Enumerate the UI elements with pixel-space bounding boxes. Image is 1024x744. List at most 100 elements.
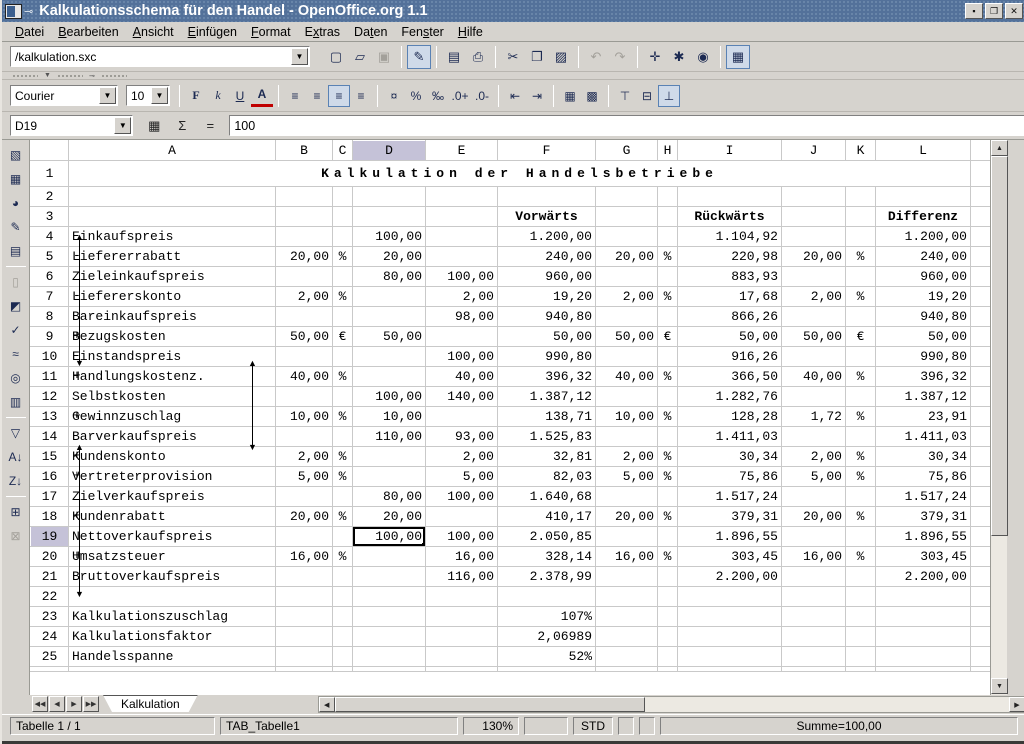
cell-D6[interactable]: 80,00 [353,267,426,287]
cell-partial-15[interactable] [971,447,991,467]
cell-H11[interactable]: % [658,367,678,387]
cell-L8[interactable]: 940,80 [876,307,971,327]
cell-D12[interactable]: 100,00 [353,387,426,407]
find-replace-icon[interactable]: ◎ [4,366,28,390]
toolbar-grip[interactable] [101,74,127,78]
cell-F5[interactable]: 240,00 [498,247,596,267]
cell-K20[interactable]: % [846,547,876,567]
cell-D11[interactable] [353,367,426,387]
cell-G20[interactable]: 16,00 [596,547,658,567]
cell-K23[interactable] [846,607,876,627]
cell-F23[interactable]: 107% [498,607,596,627]
cell-E3[interactable] [426,207,498,227]
sheet-title-cell[interactable]: Kalkulation der Handelsbetriebe [69,161,971,187]
cell-D7[interactable] [353,287,426,307]
cell-L23[interactable] [876,607,971,627]
load-url-combo[interactable]: /kalkulation.sxc ▼ [10,46,310,67]
cell-E12[interactable]: 140,00 [426,387,498,407]
cell-D4[interactable]: 100,00 [353,227,426,247]
cell-L16[interactable]: 75,86 [876,467,971,487]
cell-B20[interactable]: 16,00 [276,547,333,567]
draw-functions-icon[interactable]: ✎ [4,215,28,239]
add-decimal-icon[interactable]: .0+ [449,85,471,107]
row-header-7[interactable]: 7 [31,287,69,307]
cell-D16[interactable] [353,467,426,487]
cell-A24[interactable]: Kalkulationsfaktor [69,627,276,647]
cell-B14[interactable] [276,427,333,447]
cell-C25[interactable] [333,647,353,667]
cell-E16[interactable]: 5,00 [426,467,498,487]
cell-C15[interactable]: % [333,447,353,467]
cell-partial-10[interactable] [971,347,991,367]
cell-L10[interactable]: 990,80 [876,347,971,367]
cell-partial-3[interactable] [971,207,991,227]
cell-G9[interactable]: 50,00 [596,327,658,347]
font-color-icon[interactable]: A [251,85,273,107]
cell-K10[interactable] [846,347,876,367]
decrease-indent-icon[interactable]: ⇤ [504,85,526,107]
cell-J16[interactable]: 5,00 [782,467,846,487]
scroll-up-icon[interactable]: ▲ [991,140,1008,156]
cell-D9[interactable]: 50,00 [353,327,426,347]
cell-H10[interactable] [658,347,678,367]
cell-I10[interactable]: 916,26 [678,347,782,367]
cut-icon[interactable]: ✂ [501,45,525,69]
cell-J20[interactable]: 16,00 [782,547,846,567]
cell-partial-12[interactable] [971,387,991,407]
bold-icon[interactable]: F [185,85,207,107]
cell-A6[interactable]: Zieleinkaufspreis [69,267,276,287]
cell-partial-22[interactable] [971,587,991,607]
cell-reference-value[interactable]: D19 [11,119,113,133]
cell-D22[interactable] [353,587,426,607]
cell-partial-23[interactable] [971,607,991,627]
row-header-1[interactable]: 1 [31,161,69,187]
cell-G11[interactable]: 40,00 [596,367,658,387]
status-insert-mode[interactable]: STD [573,717,613,735]
cell-G16[interactable]: 5,00 [596,467,658,487]
cell-A18[interactable]: +Kundenrabatt [69,507,276,527]
cell-K15[interactable]: % [846,447,876,467]
sum-icon[interactable]: Σ [171,116,193,136]
cell-C4[interactable] [333,227,353,247]
col-header-H[interactable]: H [658,141,678,161]
stylist-icon[interactable]: ✱ [667,45,691,69]
cell-K16[interactable]: % [846,467,876,487]
cell-I14[interactable]: 1.411,03 [678,427,782,447]
cell-C24[interactable] [333,627,353,647]
cell-G6[interactable] [596,267,658,287]
cell-D8[interactable] [353,307,426,327]
cell-H17[interactable] [658,487,678,507]
cell-J19[interactable] [782,527,846,547]
cell-G24[interactable] [596,627,658,647]
chevron-down-icon[interactable]: ▼ [114,117,131,134]
status-zoom[interactable]: 130% [463,717,519,735]
cell-H9[interactable]: € [658,327,678,347]
cell-A11[interactable]: +Handlungskostenz. [69,367,276,387]
cell-F19[interactable]: 2.050,85 [498,527,596,547]
cell-J7[interactable]: 2,00 [782,287,846,307]
cell-E20[interactable]: 16,00 [426,547,498,567]
cell-partial-16[interactable] [971,467,991,487]
minimize-button[interactable]: ▪ [965,3,983,19]
cell-J6[interactable] [782,267,846,287]
cell-K25[interactable] [846,647,876,667]
cell-C16[interactable]: % [333,467,353,487]
cell-D5[interactable]: 20,00 [353,247,426,267]
cell-F3[interactable]: Vorwärts [498,207,596,227]
cell-I19[interactable]: 1.896,55 [678,527,782,547]
cell-I7[interactable]: 17,68 [678,287,782,307]
toolbar-grip[interactable] [12,74,38,78]
horizontal-scroll-thumb[interactable] [335,697,645,712]
cell-B5[interactable]: 20,00 [276,247,333,267]
cell-I23[interactable] [678,607,782,627]
sort-ascending-icon[interactable]: A↓ [4,445,28,469]
cell-G2[interactable] [596,187,658,207]
cell-D24[interactable] [353,627,426,647]
cell-I3[interactable]: Rückwärts [678,207,782,227]
scroll-left-icon[interactable]: ◀ [319,697,335,712]
cell-L20[interactable]: 303,45 [876,547,971,567]
cell-I6[interactable]: 883,93 [678,267,782,287]
row-header-25[interactable]: 25 [31,647,69,667]
cell-H21[interactable] [658,567,678,587]
cell-D18[interactable]: 20,00 [353,507,426,527]
